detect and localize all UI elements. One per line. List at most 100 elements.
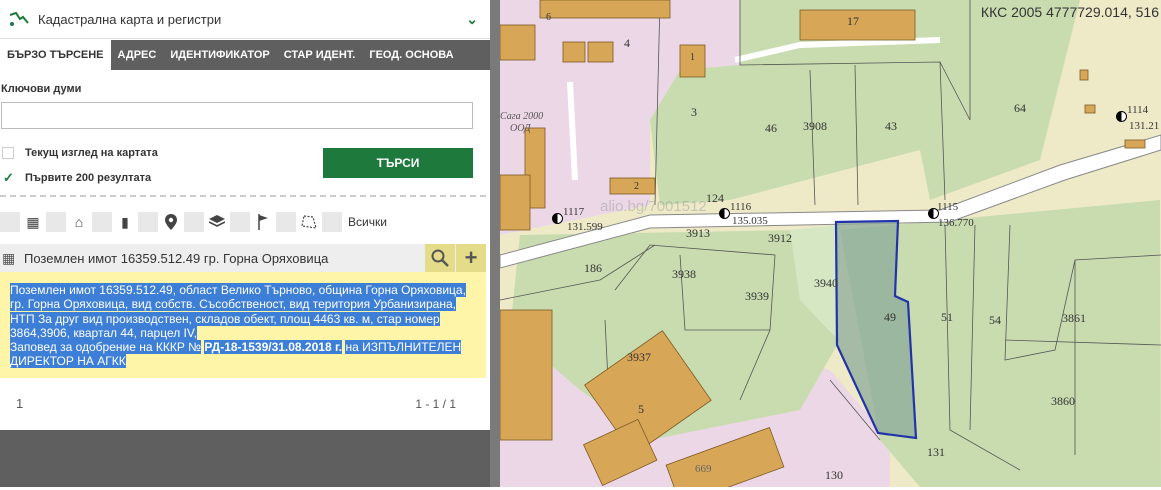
map-label: 54: [989, 313, 1001, 327]
map-label: 2: [634, 181, 639, 192]
geodetic-point-icon: [1116, 111, 1127, 122]
add-icon[interactable]: +: [456, 244, 486, 272]
filter-checkbox-addresses[interactable]: [138, 212, 158, 232]
map-label: 186: [584, 261, 602, 275]
map-label: 3860: [1051, 394, 1075, 408]
result-title: Поземлен имот 16359.512.49 гр. Горна Оря…: [24, 250, 329, 266]
point-elevation: 131.21: [1129, 120, 1160, 132]
watermark: alio.bg/7001512: [600, 198, 707, 215]
map-label: 124: [706, 191, 724, 205]
filter-checkbox-units[interactable]: [92, 212, 112, 232]
map-label: 130: [825, 468, 843, 482]
layers-icon: [204, 212, 230, 232]
search-tabs: БЪРЗО ТЪРСЕНЕ АДРЕС ИДЕНТИФИКАТОР СТАР И…: [0, 40, 490, 70]
divider: [0, 195, 486, 197]
coordinate-readout: ККС 2005 4777729.014, 516: [980, 4, 1159, 20]
panel-splitter[interactable]: [490, 0, 500, 487]
tab-address[interactable]: АДРЕС: [111, 40, 164, 70]
map-label: 3940: [814, 276, 838, 290]
point-id: 1114: [1127, 104, 1149, 116]
map-label: 6: [546, 12, 551, 23]
result-line: на ИЗПЪЛНИТЕЛЕН: [345, 340, 462, 355]
map-label: 3912: [768, 231, 792, 245]
first200-label: Първите 200 резултата: [25, 172, 152, 184]
result-line: гр. Горна Оряховица, вид собств. Съсобст…: [10, 297, 456, 312]
result-line: ДИРЕКТОР НА АГКК: [10, 354, 126, 369]
cadastral-map[interactable]: 3 46 3908 43 64 186 3938 3913 3912 3940 …: [499, 0, 1161, 490]
result-line: Заповед за одобрение на КККР №: [10, 340, 202, 355]
layer-filter-bar: ▦ ⌂ ▮ Всички: [0, 211, 387, 233]
house-icon: ⌂: [74, 214, 84, 230]
pagination: 1 1 - 1 / 1: [0, 390, 486, 416]
filter-checkbox-all[interactable]: [322, 212, 342, 232]
point-elevation: 135.035: [732, 215, 768, 227]
map-label: 43: [885, 119, 897, 133]
first200-checkbox[interactable]: ✓: [3, 170, 14, 186]
map-label: 64: [1014, 101, 1026, 115]
result-details: Поземлен имот 16359.512.49, област Велик…: [0, 272, 486, 378]
point-id: 1116: [730, 201, 752, 213]
map-label: 3913: [686, 226, 710, 240]
current-view-label: Текущ изглед на картата: [25, 147, 158, 159]
map-label: 669: [695, 463, 712, 475]
keywords-input[interactable]: [1, 102, 473, 129]
polygon-icon: [296, 212, 322, 232]
search-button[interactable]: ТЪРСИ: [323, 148, 473, 178]
map-label: 4: [624, 36, 630, 50]
map-label: 5: [638, 402, 644, 416]
result-line: Поземлен имот 16359.512.49, област Велик…: [10, 283, 466, 297]
door-icon: ▮: [121, 213, 129, 230]
map-label: 49: [884, 310, 896, 324]
map-label: 3937: [627, 350, 651, 364]
point-id: 1115: [937, 201, 959, 213]
result-line: 3864,3906, квартал 44, парцел IV,: [10, 325, 198, 340]
tab-quick-search[interactable]: БЪРЗО ТЪРСЕНЕ: [0, 40, 111, 70]
map-label: 3861: [1062, 311, 1086, 325]
map-label: 51: [941, 310, 953, 324]
geodetic-point-icon: [719, 208, 730, 219]
panel-title: Кадастрална карта и регистри: [38, 11, 222, 27]
filter-checkbox-polygons[interactable]: [276, 212, 296, 232]
flag-icon: [250, 212, 276, 232]
geodetic-point-icon: [552, 213, 563, 224]
filter-checkbox-layers[interactable]: [184, 212, 204, 232]
page-number[interactable]: 1: [16, 396, 23, 411]
tab-identifier[interactable]: ИДЕНТИФИКАТОР: [163, 40, 276, 70]
filter-all-label: Всички: [348, 215, 387, 229]
filter-checkbox-parcels[interactable]: [0, 212, 20, 232]
cadastre-logo-icon: [8, 9, 30, 29]
side-panel: Кадастрална карта и регистри ⌄ БЪРЗО ТЪР…: [0, 0, 490, 487]
map-label: 3938: [672, 267, 696, 281]
tab-old-identifier[interactable]: СТАР ИДЕНТ.: [277, 40, 363, 70]
map-label: 131: [927, 445, 945, 459]
current-view-checkbox[interactable]: [2, 147, 14, 159]
map-label: 3939: [745, 289, 769, 303]
map-label: 46: [765, 121, 777, 135]
company-label: Сага 2000: [500, 111, 544, 122]
panel-footer: [0, 430, 490, 487]
zoom-to-icon[interactable]: [425, 244, 455, 272]
map-label: 1: [690, 52, 695, 63]
chevron-down-icon[interactable]: ⌄: [466, 11, 478, 28]
filter-checkbox-buildings[interactable]: [46, 212, 66, 232]
tab-geodetic-base[interactable]: ГЕОД. ОСНОВА: [362, 40, 460, 70]
panel-header[interactable]: Кадастрална карта и регистри ⌄: [0, 0, 490, 39]
point-elevation: 136.770: [938, 217, 974, 229]
company-label: ООД: [510, 123, 531, 134]
point-elevation: 131.599: [567, 221, 603, 233]
result-line: НТП За друг вид производствен, складов о…: [10, 311, 440, 326]
result-description: Поземлен имот 16359.512.49, област Велик…: [10, 283, 470, 369]
result-range: 1 - 1 / 1: [415, 397, 456, 411]
keywords-label: Ключови думи: [1, 83, 82, 95]
map-label: 17: [847, 14, 859, 28]
point-id: 1117: [563, 206, 585, 218]
parcel-grid-icon: ▦: [2, 249, 16, 266]
filter-checkbox-points[interactable]: [230, 212, 250, 232]
grid-icon: ▦: [26, 213, 40, 230]
order-number: РД-18-1539/31.08.2018 г.: [204, 340, 343, 355]
map-label: 3908: [803, 119, 827, 133]
result-header[interactable]: ▦ Поземлен имот 16359.512.49 гр. Горна О…: [0, 244, 486, 272]
map-label: 3: [691, 105, 697, 119]
map-pin-icon: [158, 212, 184, 232]
map-canvas[interactable]: [499, 0, 1161, 490]
